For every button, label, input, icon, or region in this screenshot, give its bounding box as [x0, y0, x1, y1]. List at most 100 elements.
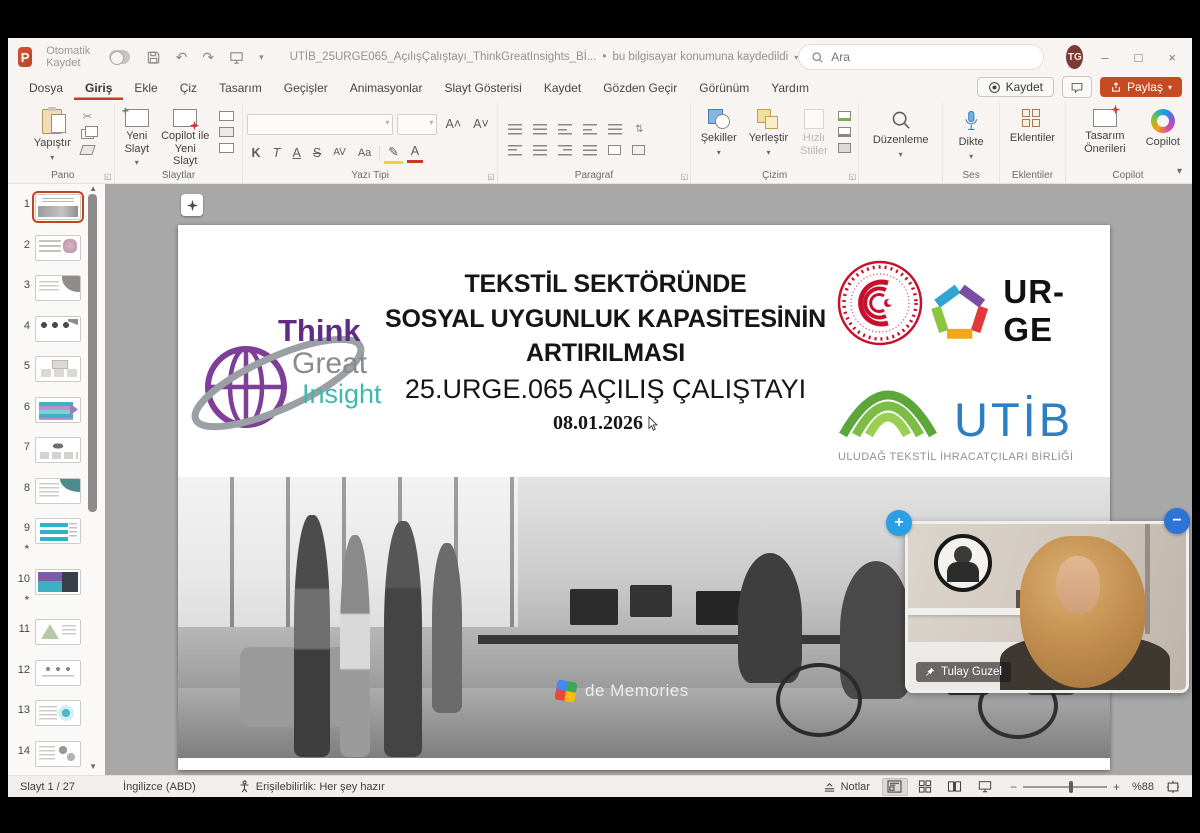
- copilot-button[interactable]: Copilot: [1140, 105, 1186, 153]
- record-button[interactable]: Kaydet: [976, 77, 1054, 97]
- justify-icon[interactable]: [582, 144, 597, 156]
- ribbon-collapse-icon[interactable]: ▾: [1177, 166, 1182, 177]
- present-from-beginning-icon[interactable]: [229, 50, 244, 65]
- tab-animasyonlar[interactable]: Animasyonlar: [339, 78, 434, 100]
- webcam-expand-button[interactable]: +: [886, 510, 912, 536]
- zoom-in-button[interactable]: +: [1113, 780, 1120, 794]
- increase-indent-icon[interactable]: [582, 124, 597, 135]
- notes-button[interactable]: Notlar: [823, 780, 870, 793]
- search-box[interactable]: [798, 44, 1045, 70]
- align-center-icon[interactable]: [532, 144, 547, 156]
- underline-button[interactable]: A: [289, 144, 305, 162]
- slide-thumbnail-preview[interactable]: [32, 191, 84, 223]
- font-name-combo[interactable]: [247, 113, 394, 135]
- text-direction-icon[interactable]: ⇅: [633, 124, 646, 136]
- webcam-minimize-button[interactable]: −: [1164, 508, 1190, 534]
- slide-thumbnail-item[interactable]: 9 ★: [14, 518, 105, 554]
- shape-effects-icon[interactable]: [837, 143, 851, 153]
- save-icon[interactable]: [146, 50, 161, 65]
- autosave-control[interactable]: Otomatik Kaydet: [46, 45, 130, 69]
- normal-view-button[interactable]: [881, 777, 908, 796]
- thumb-scroll-up-icon[interactable]: ▲: [89, 184, 97, 193]
- italic-button[interactable]: T: [269, 144, 285, 162]
- line-spacing-icon[interactable]: [607, 124, 622, 135]
- tab-gecisler[interactable]: Geçişler: [273, 78, 339, 100]
- shape-fill-icon[interactable]: [837, 111, 851, 121]
- tab-yardim[interactable]: Yardım: [760, 78, 820, 100]
- addins-button[interactable]: Eklentiler: [1004, 105, 1061, 149]
- qat-customize-icon[interactable]: ▾: [259, 52, 264, 63]
- change-case-button[interactable]: Aa: [354, 145, 375, 161]
- zoom-out-button[interactable]: −: [1010, 780, 1017, 794]
- align-right-icon[interactable]: [557, 144, 572, 156]
- tab-dosya[interactable]: Dosya: [18, 78, 74, 100]
- tab-tasarim[interactable]: Tasarım: [208, 78, 273, 100]
- autosave-toggle-off[interactable]: [108, 50, 130, 65]
- increase-font-icon[interactable]: A˄: [441, 115, 465, 133]
- copilot-new-slide-button[interactable]: Copilot ile Yeni Slayt: [155, 105, 215, 172]
- fit-to-window-icon[interactable]: [1166, 780, 1180, 794]
- accessibility-status[interactable]: Erişilebilirlik: Her şey hazır: [238, 780, 385, 793]
- columns-icon[interactable]: [607, 145, 621, 155]
- comments-button[interactable]: [1061, 76, 1092, 98]
- character-spacing-button[interactable]: AV: [329, 145, 350, 160]
- smartart-convert-icon[interactable]: [631, 145, 645, 155]
- quick-styles-button[interactable]: Hızlı Stiller: [794, 105, 834, 161]
- reset-slide-icon[interactable]: [219, 127, 235, 137]
- shapes-button[interactable]: Şekiller ▾: [695, 105, 743, 161]
- numbered-list-icon[interactable]: [532, 124, 547, 135]
- layout-icon[interactable]: [219, 111, 235, 121]
- yazi-tipi-dialog-launcher[interactable]: ◱: [487, 172, 495, 181]
- font-size-combo[interactable]: [397, 113, 438, 135]
- minimize-button[interactable]: –: [1101, 50, 1108, 65]
- slide-thumbnail-preview[interactable]: [35, 437, 81, 463]
- document-title-area[interactable]: UTİB_25URGE065_AçılışÇalıştayı_ThinkGrea…: [290, 51, 799, 63]
- pano-dialog-launcher[interactable]: ◱: [104, 172, 112, 181]
- section-icon[interactable]: [219, 143, 235, 153]
- share-button[interactable]: Paylaş ▾: [1099, 77, 1182, 97]
- redo-icon[interactable]: ↷: [202, 49, 214, 66]
- editing-button[interactable]: Düzenleme ▾: [867, 105, 935, 163]
- tab-kaydet[interactable]: Kaydet: [533, 78, 592, 100]
- slide-thumbnail-preview[interactable]: [35, 356, 81, 382]
- reading-view-button[interactable]: [942, 778, 968, 796]
- align-left-icon[interactable]: [507, 144, 522, 156]
- zoom-level[interactable]: %88: [1132, 781, 1154, 793]
- slide-thumbnail-item[interactable]: 13: [14, 700, 105, 726]
- tab-ciz[interactable]: Çiz: [169, 78, 208, 100]
- strikethrough-button[interactable]: S: [309, 144, 325, 162]
- thumbnail-scrollbar[interactable]: [88, 194, 97, 512]
- format-painter-icon[interactable]: [79, 145, 96, 155]
- bullet-list-icon[interactable]: [507, 124, 522, 135]
- tab-giris[interactable]: Giriş: [74, 78, 123, 100]
- slide-counter[interactable]: Slayt 1 / 27: [20, 781, 75, 793]
- search-input[interactable]: [831, 50, 1032, 64]
- arrange-button[interactable]: Yerleştir ▾: [743, 105, 794, 161]
- tab-slayt-gosterisi[interactable]: Slayt Gösterisi: [433, 78, 532, 100]
- decrease-indent-icon[interactable]: [557, 124, 572, 135]
- designer-chip[interactable]: [181, 194, 203, 216]
- tab-ekle[interactable]: Ekle: [123, 78, 168, 100]
- slide-thumbnail-item[interactable]: 12: [14, 659, 105, 686]
- slide-sorter-view-button[interactable]: [912, 778, 938, 796]
- webcam-overlay[interactable]: Tulay Guzel: [905, 521, 1189, 693]
- slide-thumbnail-preview[interactable]: [35, 315, 81, 342]
- slide-thumbnail-preview[interactable]: [35, 275, 81, 301]
- slide-thumbnail-preview[interactable]: [35, 740, 81, 767]
- tab-gorunum[interactable]: Görünüm: [688, 78, 760, 100]
- close-button[interactable]: ×: [1168, 50, 1176, 65]
- decrease-font-icon[interactable]: A˅: [469, 115, 493, 133]
- slide-title-block[interactable]: TEKSTİL SEKTÖRÜNDE SOSYAL UYGUNLUK KAPAS…: [373, 267, 838, 435]
- account-avatar[interactable]: TG: [1066, 45, 1084, 69]
- paragraf-dialog-launcher[interactable]: ◱: [681, 172, 689, 181]
- cut-icon[interactable]: ✂: [81, 111, 94, 123]
- cizim-dialog-launcher[interactable]: ◱: [849, 172, 857, 181]
- slide-thumbnail-item[interactable]: 11: [14, 619, 105, 645]
- slide-thumbnail-item[interactable]: 10 ★: [14, 568, 105, 605]
- slide-thumbnail-preview[interactable]: [35, 568, 81, 595]
- powerpoint-app-icon[interactable]: P: [18, 47, 33, 67]
- slide-thumbnail-preview[interactable]: [35, 619, 81, 645]
- shape-outline-icon[interactable]: [837, 127, 851, 137]
- slide-thumbnail-preview[interactable]: [35, 234, 81, 261]
- copy-icon[interactable]: [80, 126, 98, 139]
